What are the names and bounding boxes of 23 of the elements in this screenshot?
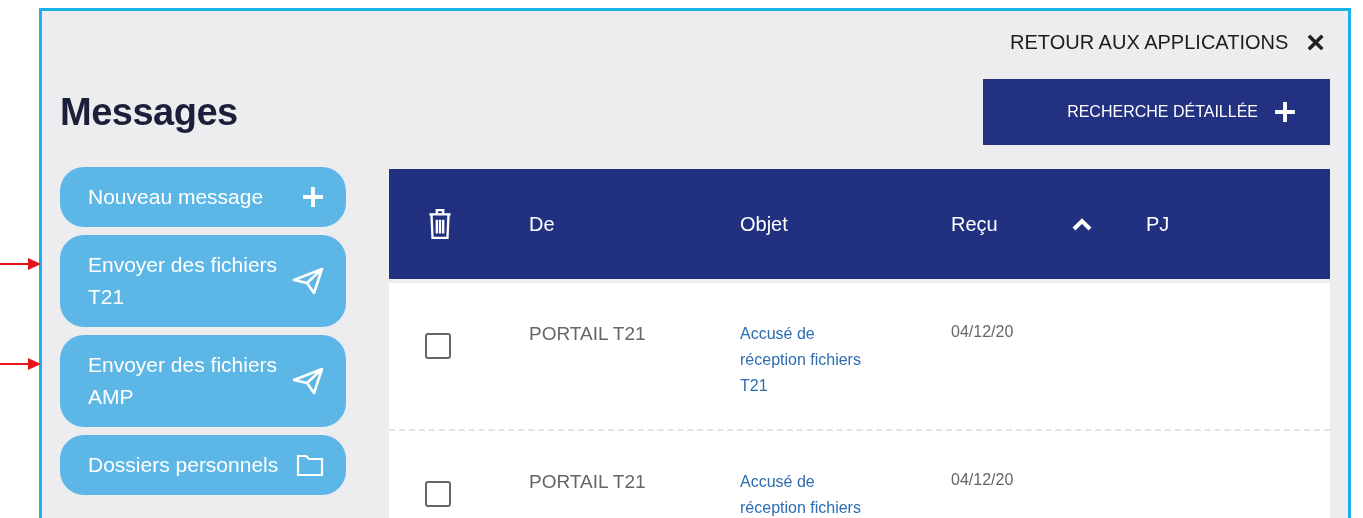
column-header[interactable]: Objet <box>740 212 788 236</box>
plus-icon <box>1274 101 1296 123</box>
advanced-search-button[interactable]: RECHERCHE DÉTAILLÉE <box>983 79 1330 145</box>
trash-icon[interactable] <box>427 208 453 240</box>
close-icon[interactable]: × <box>1306 26 1325 58</box>
column-header[interactable]: De <box>529 212 555 236</box>
column-header[interactable]: PJ <box>1146 212 1170 236</box>
subject-link[interactable]: Accusé de réception fichiers <box>740 469 882 518</box>
plus-icon <box>302 186 324 208</box>
received-date: 04/12/20 <box>951 471 1014 488</box>
page-title: Messages <box>60 90 238 134</box>
sender-text: PORTAIL T21 <box>529 323 646 344</box>
received-date: 04/12/20 <box>951 323 1014 340</box>
column-header[interactable]: Reçu <box>951 212 998 236</box>
paper-plane-icon <box>292 267 324 295</box>
paper-plane-icon <box>292 367 324 395</box>
sender-text: PORTAIL T21 <box>529 471 646 492</box>
back-link[interactable]: RETOUR AUX APPLICATIONS <box>1010 30 1289 54</box>
folder-icon <box>296 453 324 477</box>
sort-chevron-icon[interactable] <box>1071 217 1092 231</box>
subject-link[interactable]: Accusé de réception fichiers T21 <box>740 321 882 399</box>
row-checkbox[interactable] <box>425 333 451 359</box>
row-checkbox[interactable] <box>425 481 451 507</box>
